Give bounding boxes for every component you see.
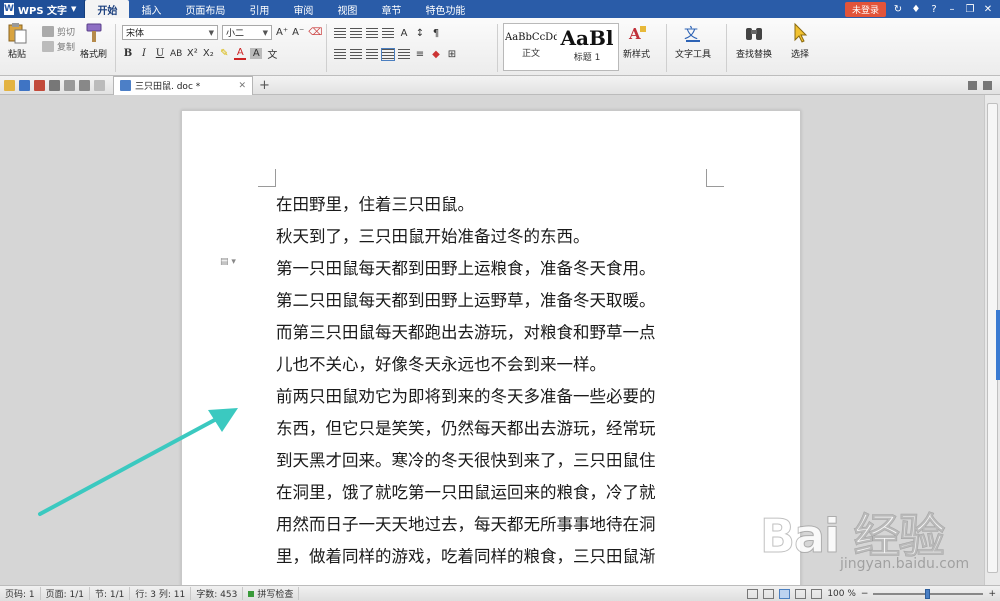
reading-view-icon[interactable] xyxy=(763,588,775,599)
watermark-url: jingyan.baidu.com xyxy=(840,556,970,572)
status-page-code[interactable]: 页码: 1 xyxy=(0,587,41,600)
zoom-slider-handle[interactable] xyxy=(925,588,931,599)
spell-check-icon xyxy=(248,590,255,597)
baidu-watermark: Bai 经验 jingyan.baidu.com xyxy=(760,500,990,582)
status-bar: 页码: 1 页面: 1/1 节: 1/1 行: 3 列: 11 字数: 453 … xyxy=(0,585,1000,601)
status-row-col[interactable]: 行: 3 列: 11 xyxy=(130,587,192,600)
zoom-slider[interactable] xyxy=(873,588,984,599)
spell-check-toggle[interactable]: 拼写检查 xyxy=(243,587,300,600)
spell-check-label: 拼写检查 xyxy=(257,590,294,600)
full-screen-view-icon[interactable] xyxy=(747,588,759,599)
page-view-icon[interactable] xyxy=(779,588,791,599)
web-view-icon[interactable] xyxy=(811,588,823,599)
zoom-level[interactable]: 100 % xyxy=(827,589,856,599)
zoom-in-icon[interactable]: + xyxy=(988,589,996,599)
status-section[interactable]: 节: 1/1 xyxy=(90,587,131,600)
zoom-out-icon[interactable]: − xyxy=(861,589,869,599)
status-word-count[interactable]: 字数: 453 xyxy=(191,587,244,600)
status-page[interactable]: 页面: 1/1 xyxy=(41,587,91,600)
outline-view-icon[interactable] xyxy=(795,588,807,599)
